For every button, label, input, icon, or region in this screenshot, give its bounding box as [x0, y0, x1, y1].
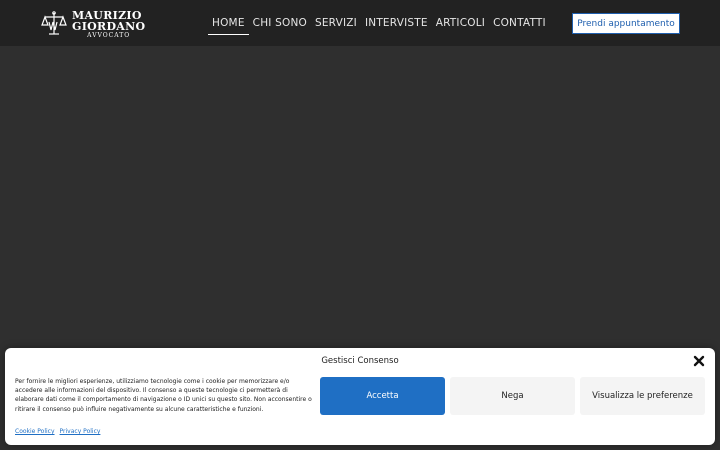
logo-name-first: MAURIZIO	[72, 8, 142, 22]
consent-description: Per fornire le migliori esperienze, util…	[15, 378, 312, 413]
close-icon[interactable]	[692, 354, 706, 368]
deny-button[interactable]: Nega	[450, 377, 575, 415]
view-preferences-button[interactable]: Visualizza le preferenze	[580, 377, 705, 415]
privacy-policy-link[interactable]: Privacy Policy	[60, 428, 101, 435]
cookie-policy-link[interactable]: Cookie Policy	[15, 428, 55, 435]
logo-scales-icon	[41, 11, 67, 35]
nav-item-articoli[interactable]: ARTICOLI	[432, 0, 489, 46]
nav-item-interviste[interactable]: INTERVISTE	[361, 0, 432, 46]
main-nav: HOME CHI SONO SERVIZI INTERVISTE ARTICOL…	[208, 0, 550, 46]
accept-button[interactable]: Accetta	[320, 377, 445, 415]
site-logo[interactable]: MAURIZIO GIORDANO AVVOCATO	[40, 9, 145, 39]
site-header: MAURIZIO GIORDANO AVVOCATO HOME CHI SONO…	[0, 0, 720, 46]
logo-subtitle: AVVOCATO	[87, 31, 131, 39]
nav-item-contatti[interactable]: CONTATTI	[489, 0, 550, 46]
cookie-consent-banner: Gestisci Consenso Per fornire le miglior…	[5, 348, 715, 445]
policy-links: Cookie Policy Privacy Policy	[15, 428, 100, 435]
nav-item-servizi[interactable]: SERVIZI	[311, 0, 361, 46]
logo-text: MAURIZIO GIORDANO AVVOCATO	[72, 10, 145, 39]
book-appointment-button[interactable]: Prendi appuntamento	[572, 13, 680, 34]
logo-name-last: GIORDANO	[72, 19, 146, 33]
nav-item-home[interactable]: HOME	[208, 0, 249, 46]
nav-item-chi-sono[interactable]: CHI SONO	[249, 0, 311, 46]
consent-title: Gestisci Consenso	[321, 356, 399, 366]
